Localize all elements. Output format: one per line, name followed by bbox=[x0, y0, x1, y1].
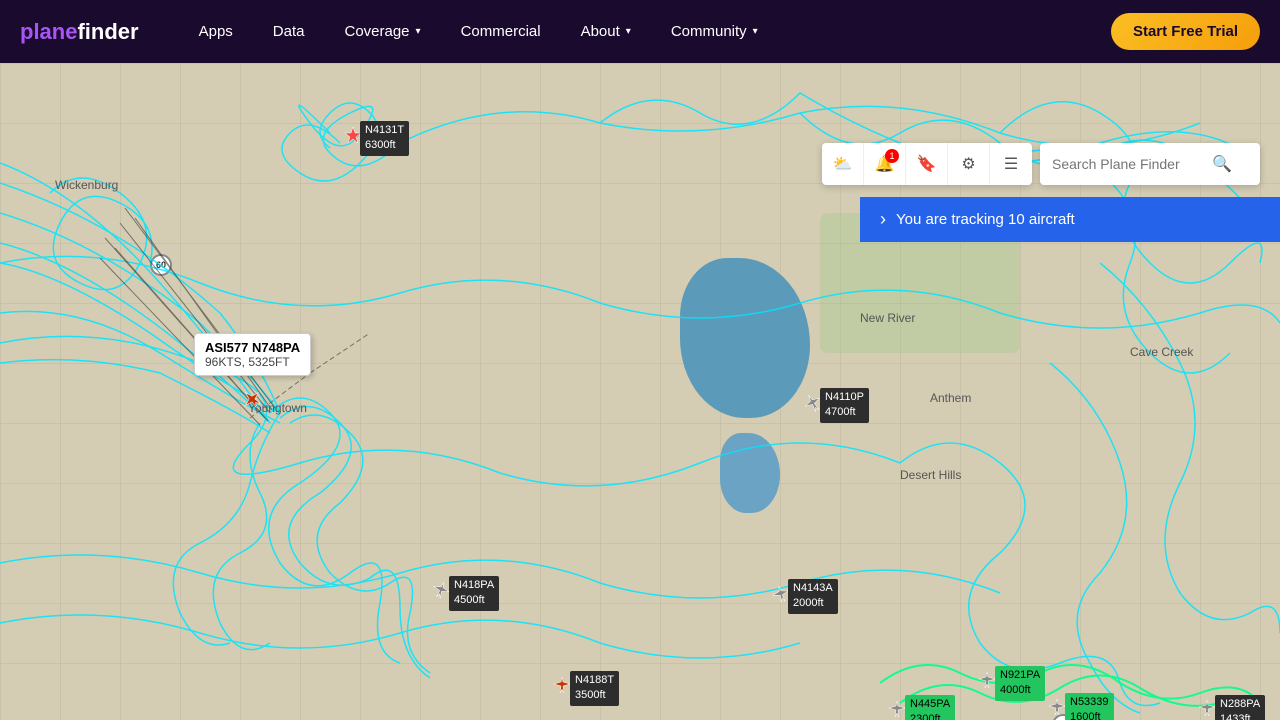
map-container[interactable]: 60 51 bbox=[0, 63, 1280, 720]
aircraft-icon-N53339 bbox=[1048, 698, 1066, 716]
settings-button[interactable]: ⚙ bbox=[948, 143, 990, 185]
tracking-banner[interactable]: › You are tracking 10 aircraft bbox=[860, 197, 1280, 242]
nav-community[interactable]: Community ▾ bbox=[651, 0, 778, 63]
aircraft-icon-N4188T bbox=[553, 676, 571, 694]
gear-icon: ⚙ bbox=[961, 154, 975, 174]
tracking-text: You are tracking 10 aircraft bbox=[896, 211, 1075, 228]
tracking-arrow-icon: › bbox=[880, 209, 886, 230]
aircraft-icon-N418PA bbox=[432, 581, 450, 599]
aircraft-icon-N4131T bbox=[343, 125, 363, 145]
bookmark-button[interactable]: 🔖 bbox=[906, 143, 948, 185]
notifications-button[interactable]: 🔔 1 bbox=[864, 143, 906, 185]
aircraft-icon-N288PA bbox=[1198, 699, 1216, 717]
coverage-chevron-icon: ▾ bbox=[416, 26, 421, 37]
highway-60-badge: 60 bbox=[150, 254, 172, 276]
navbar: planefinder Apps Data Coverage ▾ Commerc… bbox=[0, 0, 1280, 63]
more-icon: ☰ bbox=[1004, 154, 1018, 174]
more-button[interactable]: ☰ bbox=[990, 143, 1032, 185]
start-free-trial-button[interactable]: Start Free Trial bbox=[1111, 13, 1260, 50]
nav-commercial[interactable]: Commercial bbox=[441, 0, 561, 63]
notification-badge: 1 bbox=[885, 149, 899, 163]
nav-data[interactable]: Data bbox=[253, 0, 325, 63]
search-bar[interactable]: 🔍 bbox=[1040, 143, 1260, 185]
aircraft-icon-N748PA bbox=[241, 388, 263, 410]
aircraft-icon-N4110P bbox=[803, 393, 823, 413]
nav-about[interactable]: About ▾ bbox=[561, 0, 651, 63]
map-toolbar: ⛅ 🔔 1 🔖 ⚙ ☰ bbox=[822, 143, 1032, 185]
community-chevron-icon: ▾ bbox=[753, 26, 758, 37]
aircraft-icon-N445PA bbox=[888, 700, 906, 718]
aircraft-icon-N4143A bbox=[772, 585, 790, 603]
nav-coverage[interactable]: Coverage ▾ bbox=[324, 0, 440, 63]
weather-button[interactable]: ⛅ bbox=[822, 143, 864, 185]
search-input[interactable] bbox=[1052, 156, 1212, 172]
water-body-small bbox=[720, 433, 780, 513]
nav-links: Apps Data Coverage ▾ Commercial About ▾ … bbox=[179, 0, 1111, 63]
weather-icon: ⛅ bbox=[833, 154, 853, 174]
aircraft-icon-N921PA bbox=[978, 671, 996, 689]
about-chevron-icon: ▾ bbox=[626, 26, 631, 37]
logo: planefinder bbox=[20, 19, 139, 45]
nav-apps[interactable]: Apps bbox=[179, 0, 253, 63]
search-icon[interactable]: 🔍 bbox=[1212, 154, 1232, 174]
bookmark-icon: 🔖 bbox=[917, 154, 937, 174]
